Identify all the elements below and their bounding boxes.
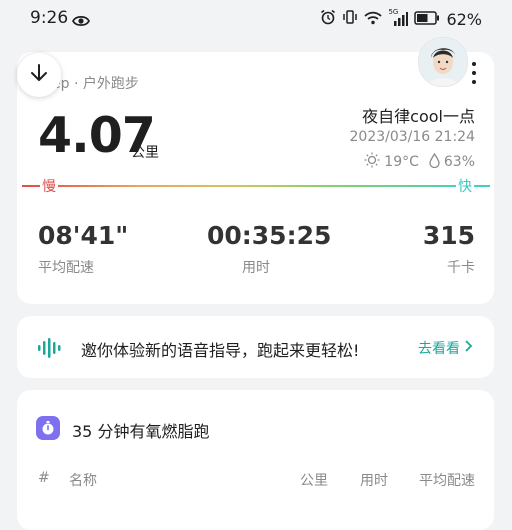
battery-icon	[414, 10, 440, 29]
vibrate-icon	[342, 9, 358, 29]
battery-percent: 62%	[446, 9, 482, 29]
humidity: 63%	[443, 154, 475, 170]
temperature: 19°C	[384, 154, 419, 170]
wifi-icon	[364, 10, 383, 29]
eye-icon	[71, 12, 91, 31]
weather-info: 19°C 63%	[364, 152, 475, 172]
alarm-icon	[320, 9, 336, 29]
pace-gradient-bar	[22, 185, 490, 187]
column-header-name: 名称	[69, 473, 97, 489]
avg-pace-label: 平均配速	[38, 260, 94, 276]
avg-pace-value: 08'41"	[38, 221, 129, 250]
workout-title: 35 分钟有氧燃脂跑	[72, 422, 210, 441]
run-datetime: 2023/03/16 21:24	[349, 129, 476, 145]
voice-guide-text: 邀你体验新的语音指导，跑起来更轻松!	[81, 341, 360, 360]
pace-slow-label: 慢	[40, 176, 58, 196]
more-button[interactable]	[466, 62, 482, 88]
sound-wave-icon	[37, 338, 63, 362]
calories-value: 315	[422, 221, 475, 250]
sun-icon	[364, 152, 380, 172]
stopwatch-icon	[36, 416, 60, 440]
column-header-duration: 用时	[360, 473, 388, 489]
username: 夜自律cool一点	[362, 107, 475, 126]
calories-label: 千卡	[447, 260, 475, 276]
voice-guide-link[interactable]: 去看看	[418, 338, 473, 358]
pace-fast-label: 快	[456, 176, 474, 196]
status-time: 9:26	[30, 8, 69, 28]
duration-value: 00:35:25	[207, 221, 332, 250]
collapse-button[interactable]	[17, 53, 61, 97]
column-header-index: #	[38, 470, 50, 486]
column-header-avg-pace: 平均配速	[419, 473, 475, 489]
distance-unit: 公里	[131, 145, 159, 161]
arrow-down-icon	[29, 63, 49, 87]
status-bar: 9:26 5G 62%	[0, 0, 512, 38]
avatar[interactable]	[418, 37, 468, 87]
status-icons: 5G 62%	[320, 8, 482, 29]
column-header-distance: 公里	[300, 473, 328, 489]
voice-link-label: 去看看	[418, 341, 460, 357]
more-vertical-icon	[472, 62, 476, 84]
workout-plan-card	[17, 390, 494, 530]
chevron-right-icon	[464, 340, 473, 356]
droplet-icon	[429, 152, 440, 172]
cell-signal-icon: 5G	[388, 8, 409, 27]
run-source: ep · 户外跑步	[52, 76, 139, 92]
duration-label: 用时	[242, 260, 270, 276]
